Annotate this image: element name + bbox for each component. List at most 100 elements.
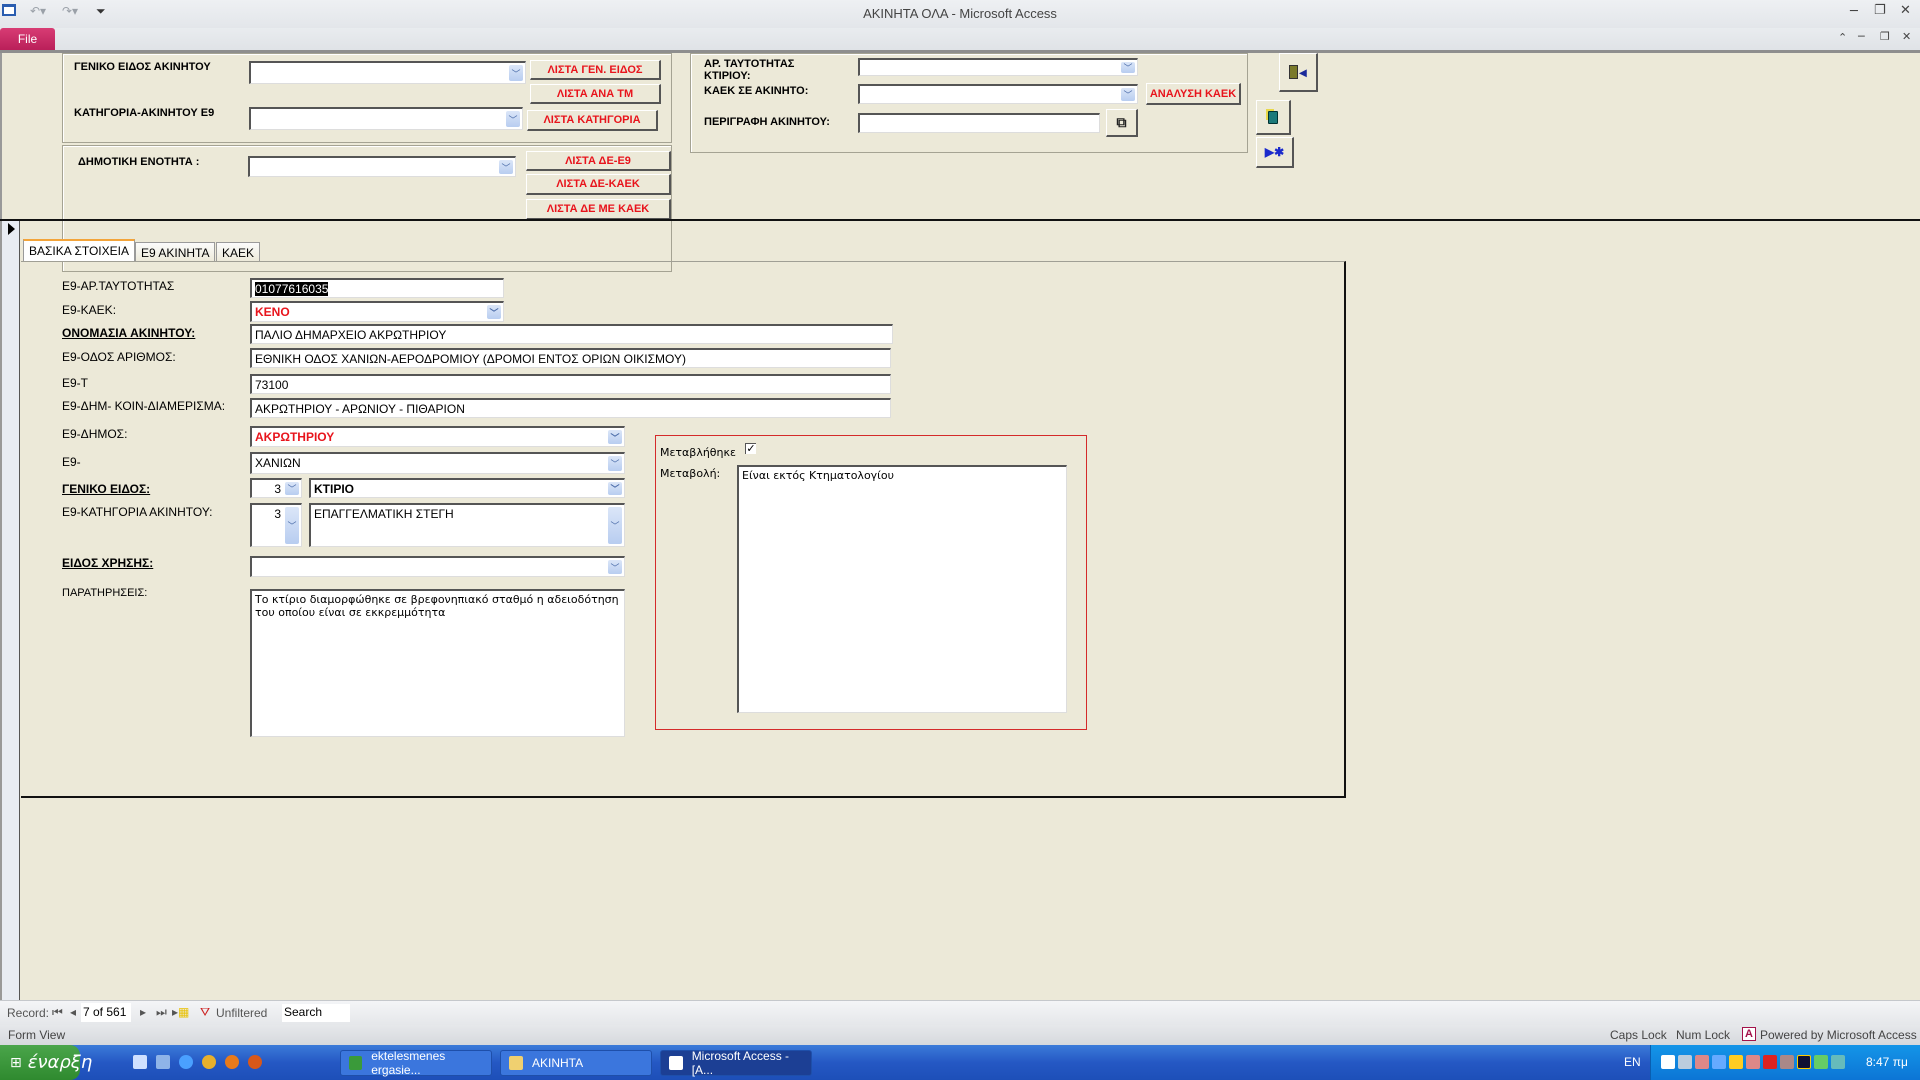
tk-label: Ε9-ΤΚ: — [62, 377, 89, 391]
kathgoria-code-combo[interactable]: 3 ﹀ — [250, 503, 302, 547]
chevron-down-icon[interactable]: ﹀ — [1121, 62, 1135, 73]
lista-de-e9-button[interactable]: ΛΙΣΤΑ ΔΕ-Ε9 — [526, 151, 671, 171]
onomasia-label: ΟΝΟΜΑΣΙΑ ΑΚΙΝΗΤΟΥ: — [62, 326, 196, 340]
diamerisma-field[interactable]: ΑΚΡΩΤΗΡΙΟΥ - ΑΡΩΝΙΟΥ - ΠΙΘΑΡΙΟΝ — [250, 398, 891, 418]
onomasia-field[interactable]: ΠΑΛΙΟ ΔΗΜΑΡΧΕΙΟ ΑΚΡΩΤΗΡΙΟΥ — [250, 324, 893, 344]
filter-status[interactable]: Unfiltered — [216, 1006, 267, 1020]
taskbar-item-access[interactable]: Microsoft Access - [Α... — [660, 1049, 812, 1077]
close-button[interactable]: ✕ — [1900, 3, 1911, 18]
chrome-icon[interactable] — [202, 1055, 216, 1069]
taskbar-item-excel[interactable]: ektelesmenes ergasie... — [340, 1049, 492, 1077]
kathgoria-filter-combo[interactable]: ﹀ — [249, 107, 523, 130]
language-indicator[interactable]: EN — [1624, 1055, 1641, 1069]
wireless-icon[interactable] — [1797, 1055, 1811, 1069]
lista-ana-tm-button[interactable]: ΛΙΣΤΑ ΑΝΑ ΤΜ — [530, 84, 661, 104]
calendar-icon[interactable] — [1661, 1055, 1675, 1069]
change-textarea[interactable]: Είναι εκτός Κτηματολογίου — [737, 465, 1067, 713]
doc-minimize-button[interactable]: ─ — [1858, 30, 1865, 43]
new-book-button[interactable] — [1256, 100, 1291, 135]
tab-e9-akinhta[interactable]: Ε9 ΑΚΙΝΗΤΑ — [135, 242, 216, 262]
minimize-button[interactable]: ─ — [1850, 4, 1858, 19]
clock[interactable]: 8:47 πμ — [1866, 1055, 1908, 1069]
update-icon[interactable] — [1814, 1055, 1828, 1069]
kaek-combo[interactable]: ΚΕΝΟ ﹀ — [250, 301, 504, 322]
start-button[interactable]: ⊞ έναρξη — [0, 1045, 92, 1080]
tk-field[interactable]: 73100 — [250, 374, 891, 394]
diamerisma-label: Ε9-ΔΗΜ- ΚΟΙΝ-ΔΙΑΜΕΡΙΣΜΑ: — [62, 399, 226, 413]
kaek-se-akinhto-combo[interactable]: ﹀ — [858, 84, 1138, 104]
taskbar-item-folder[interactable]: ΑΚΙΝΗΤΑ — [500, 1050, 652, 1076]
chevron-down-icon[interactable]: ﹀ — [285, 482, 299, 495]
chevron-down-icon[interactable]: ﹀ — [285, 507, 299, 544]
kathgoria-combo[interactable]: ΕΠΑΓΓΕΛΜΑΤΙΚΗ ΣΤΕΓΗ ﹀ — [309, 503, 625, 547]
eye-icon[interactable] — [1831, 1055, 1845, 1069]
eidos-xrhshs-combo[interactable]: ﹀ — [250, 556, 625, 577]
network-error-icon[interactable] — [1678, 1055, 1692, 1069]
chevron-down-icon[interactable]: ﹀ — [608, 456, 622, 471]
file-tab[interactable]: File — [0, 28, 55, 51]
chevron-down-icon[interactable]: ﹀ — [608, 507, 622, 544]
lista-de-me-kaek-button[interactable]: ΛΙΣΤΑ ΔΕ ΜΕ ΚΑΕΚ — [526, 199, 671, 220]
lista-de-kaek-button[interactable]: ΛΙΣΤΑ ΔΕ-ΚΑΕΚ — [526, 174, 671, 195]
chevron-down-icon[interactable]: ﹀ — [1121, 88, 1135, 101]
current-record-field[interactable]: 7 of 561 — [81, 1003, 131, 1022]
find-button[interactable]: ⧉ — [1106, 109, 1138, 137]
network-icon[interactable] — [1712, 1055, 1726, 1069]
analysh-kaek-button[interactable]: ΑΝΑΛΥΣΗ ΚΑΕΚ — [1146, 83, 1241, 105]
chevron-down-icon[interactable]: ﹀ — [608, 560, 622, 574]
title-bar: ↶▾ ↷▾ ⏷ ΑΚΙΝΗΤΑ ΟΛΑ - Microsoft Access ─… — [0, 0, 1920, 28]
odos-field[interactable]: ΕΘΝΙΚΗ ΟΔΟΣ ΧΑΝΙΩΝ-ΑΕΡΟΔΡΟΜΙΟΥ (ΔΡΟΜΟΙ Ε… — [250, 348, 891, 368]
nomos-combo[interactable]: ΧΑΝΙΩΝ ﹀ — [250, 452, 625, 474]
doc-close-button[interactable]: ✕ — [1902, 30, 1911, 43]
chevron-down-icon[interactable]: ﹀ — [506, 111, 520, 127]
ar-taytothtas-field[interactable]: 01077616035 — [250, 278, 504, 298]
last-record-button[interactable]: ⏭ — [156, 1005, 167, 1020]
antivirus-icon[interactable] — [1763, 1055, 1777, 1069]
record-selector[interactable] — [2, 221, 20, 1000]
lista-gen-eidos-button[interactable]: ΛΙΣΤΑ ΓΕΝ. ΕΙΔΟΣ — [530, 60, 661, 80]
next-record-button[interactable]: ▸ — [140, 1005, 146, 1019]
firefox-icon[interactable] — [248, 1055, 262, 1069]
prev-record-button[interactable]: ◂ — [70, 1005, 76, 1019]
parathrhseis-label: ΠΑΡΑΤΗΡΗΣΕΙΣ: — [62, 587, 148, 599]
geniko-eidos-code-combo[interactable]: 3 ﹀ — [250, 478, 302, 498]
dhmos-combo[interactable]: ΑΚΡΩΤΗΡΙΟΥ ﹀ — [250, 426, 625, 447]
kathgoria-filter-label: ΚΑΤΗΓΟΡΙΑ-ΑΚΙΝΗΤΟΥ Ε9 — [74, 107, 215, 119]
ribbon-collapse-button[interactable]: ⌃ — [1838, 31, 1847, 44]
blocked-icon[interactable] — [1780, 1055, 1794, 1069]
media-player-icon[interactable] — [225, 1055, 239, 1069]
satellite-icon[interactable] — [1695, 1055, 1709, 1069]
tab-kaek[interactable]: ΚΑΕΚ — [216, 242, 261, 262]
chevron-down-icon[interactable]: ﹀ — [509, 65, 523, 81]
lista-kathgoria-button[interactable]: ΛΙΣΤΑ ΚΑΤΗΓΟΡΙΑ — [527, 110, 658, 131]
windows-logo-icon: ⊞ — [10, 1054, 22, 1071]
exit-button[interactable]: ◂ — [1279, 53, 1318, 92]
ar-taytothtas-label: Ε9-ΑΡ.ΤΑΥΤΟΤΗΤΑΣ ΑΚΙΝΗΤΟΥ: — [62, 280, 175, 294]
search-input[interactable]: Search — [282, 1004, 350, 1022]
restore-button[interactable]: ❐ — [1874, 3, 1886, 18]
new-record-button[interactable]: ▶✱ — [1256, 137, 1294, 168]
geniko-eidos-filter-combo[interactable]: ﹀ — [249, 61, 526, 84]
geniko-eidos-combo[interactable]: ΚΤΙΡΙΟ ﹀ — [309, 478, 625, 498]
changed-checkbox[interactable]: ✓ — [745, 443, 756, 454]
chevron-down-icon[interactable]: ﹀ — [608, 430, 622, 444]
first-record-button[interactable]: ⏮ — [52, 1005, 63, 1020]
chevron-down-icon[interactable]: ﹀ — [487, 305, 501, 319]
chevron-down-icon[interactable]: ﹀ — [608, 482, 622, 495]
doc-restore-button[interactable]: ❐ — [1880, 30, 1890, 43]
satellite2-icon[interactable] — [1746, 1055, 1760, 1069]
ar-taytothtas-ktiriou-combo[interactable]: ﹀ — [858, 58, 1138, 76]
ie-icon[interactable] — [179, 1055, 193, 1069]
perigrafh-akinhtoy-input[interactable] — [858, 113, 1100, 133]
security-shield-icon[interactable] — [1729, 1055, 1743, 1069]
perigrafh-akinhtoy-label: ΠΕΡΙΓΡΑΦΗ ΑΚΙΝΗΤΟΥ: — [704, 116, 830, 128]
new-record-nav-button[interactable]: ▸▦ — [172, 1005, 189, 1019]
chevron-down-icon[interactable]: ﹀ — [499, 160, 513, 174]
dhmotikh-enothta-label: ΔΗΜΟΤΙΚΗ ΕΝΟΤΗΤΑ : — [78, 156, 200, 168]
record-navigation-bar: Record: ⏮ ◂ 7 of 561 ▸ ⏭ ▸▦ ⛛ Unfiltered… — [0, 1000, 1920, 1025]
mail-icon[interactable] — [156, 1055, 170, 1069]
tab-basika-stoixeia[interactable]: ΒΑΣΙΚΑ ΣΤΟΙΧΕΙΑ — [23, 239, 135, 261]
parathrhseis-textarea[interactable]: Το κτίριο διαμορφώθηκε σε βρεφονηπιακό σ… — [250, 589, 625, 737]
dhmotikh-enothta-combo[interactable]: ﹀ — [248, 156, 516, 177]
desktop-icon[interactable] — [133, 1055, 147, 1069]
